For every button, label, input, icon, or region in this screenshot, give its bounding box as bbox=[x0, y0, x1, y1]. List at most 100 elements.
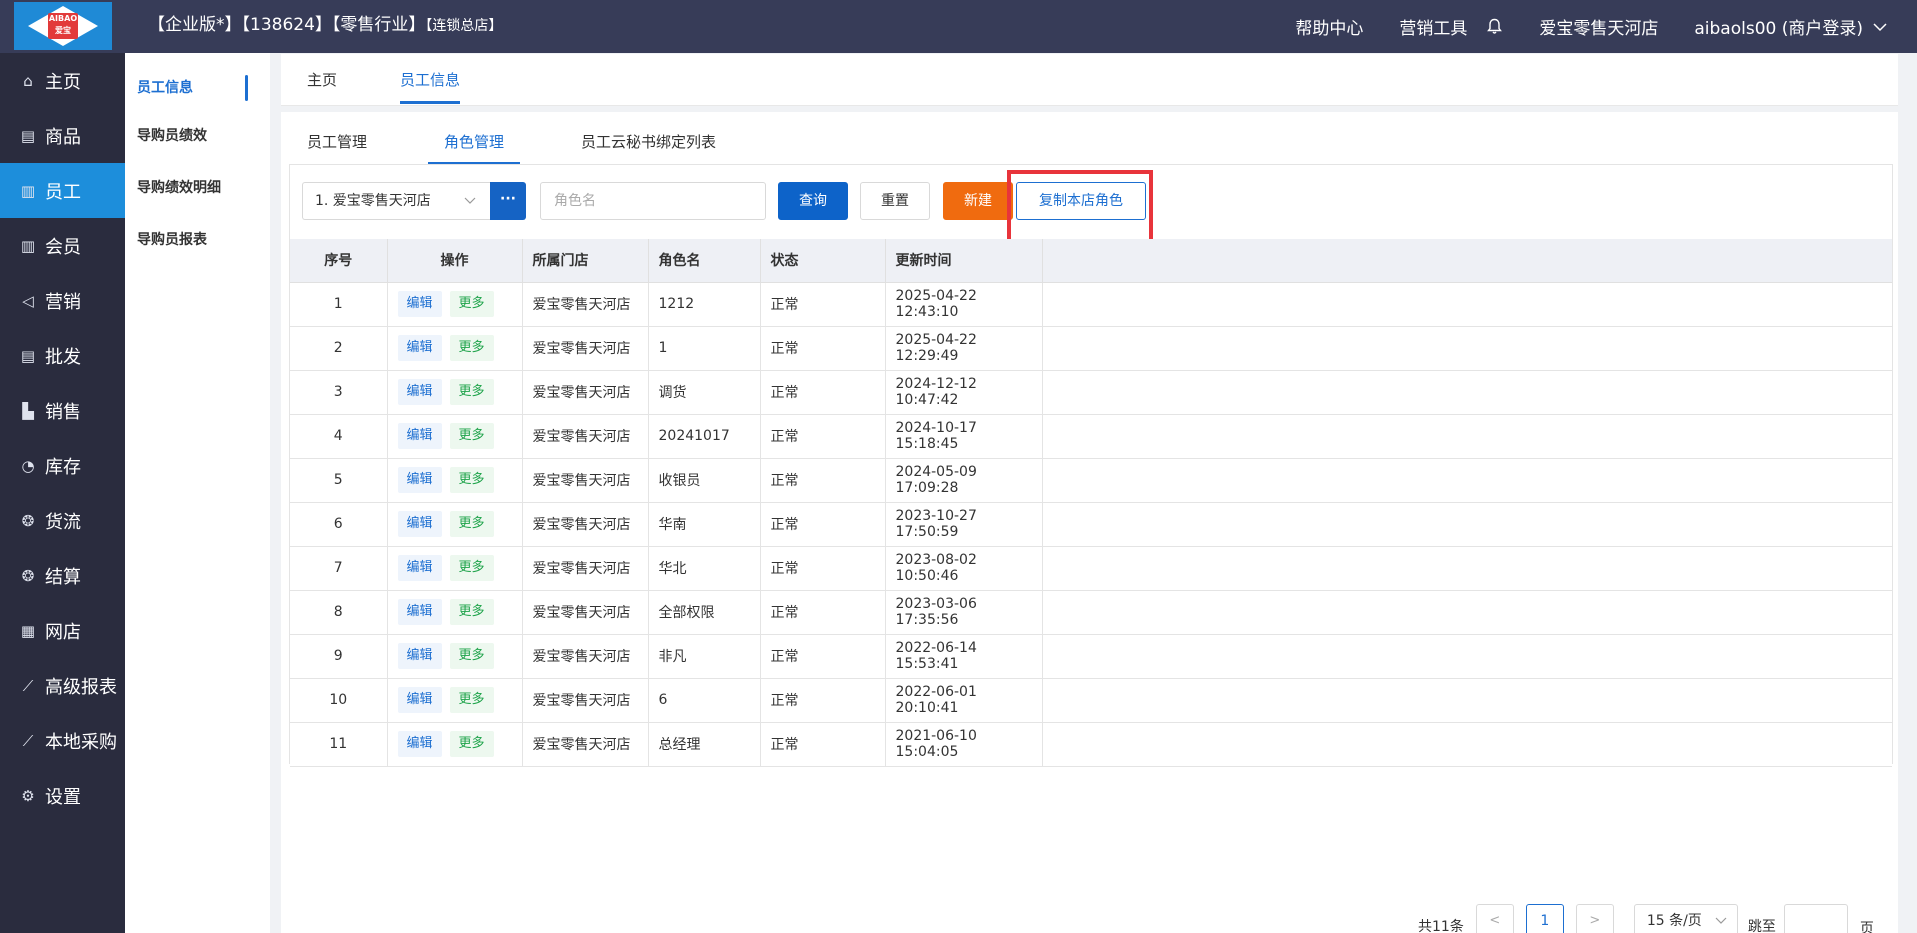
cell-status: 正常 bbox=[760, 370, 886, 415]
table-row: 10 编辑 更多 爱宝零售天河店 6 正常 2022-06-01 20:10:41 bbox=[290, 678, 1892, 723]
prev-page-button[interactable]: < bbox=[1475, 904, 1514, 933]
nav-item-advanced-reports[interactable]: ⟋ 高级报表 bbox=[0, 658, 125, 713]
bar-chart-icon: ▙ bbox=[22, 401, 34, 420]
header-update-time: 更新时间 bbox=[885, 239, 1043, 283]
more-button[interactable]: 更多 bbox=[449, 291, 494, 317]
jump-label: 跳至 bbox=[1747, 919, 1776, 933]
nav-item-online-store[interactable]: ▦ 网店 bbox=[0, 603, 125, 658]
role-name-input[interactable] bbox=[540, 182, 766, 220]
tab-staff-management[interactable]: 员工管理 bbox=[307, 112, 367, 164]
header-filler bbox=[1042, 239, 1892, 283]
nav-item-settlement[interactable]: ❂ 结算 bbox=[0, 548, 125, 603]
table-row: 5 编辑 更多 爱宝零售天河店 收银员 正常 2024-05-09 17:09:28 bbox=[290, 458, 1892, 503]
nav-item-inventory[interactable]: ◔ 库存 bbox=[0, 438, 125, 493]
tab-home[interactable]: 主页 bbox=[307, 54, 337, 106]
aibao-logo[interactable]: AIBAO 爱宝 bbox=[14, 2, 112, 50]
more-button[interactable]: 更多 bbox=[449, 511, 494, 537]
more-button[interactable]: 更多 bbox=[449, 731, 494, 757]
cell-role-name: 1 bbox=[648, 326, 761, 371]
next-page-button[interactable]: > bbox=[1575, 904, 1614, 933]
reset-button[interactable]: 重置 bbox=[860, 182, 930, 220]
cell-actions: 编辑 更多 bbox=[387, 678, 523, 723]
tab-role-management[interactable]: 角色管理 bbox=[427, 112, 521, 164]
more-button[interactable]: 更多 bbox=[449, 643, 494, 669]
subnav-item-staff-info[interactable]: 员工信息 bbox=[125, 65, 270, 109]
subnav-item-guide-report[interactable]: 导购员报表 bbox=[125, 213, 270, 265]
nav-item-local-purchase[interactable]: ⟋ 本地采购 bbox=[0, 713, 125, 768]
header-actions: 操作 bbox=[387, 239, 523, 283]
cell-store: 爱宝零售天河店 bbox=[522, 590, 649, 635]
nav-item-marketing[interactable]: ◁ 营销 bbox=[0, 273, 125, 328]
more-button[interactable]: 更多 bbox=[449, 555, 494, 581]
nav-item-sales[interactable]: ▙ 销售 bbox=[0, 383, 125, 438]
cell-no: 5 bbox=[290, 458, 388, 503]
sub-sidebar: 员工信息 导购员绩效 导购绩效明细 导购员报表 bbox=[125, 53, 270, 933]
nav-item-wholesale[interactable]: ▤ 批发 bbox=[0, 328, 125, 383]
more-button[interactable]: 更多 bbox=[449, 467, 494, 493]
store-select[interactable]: 1. 爱宝零售天河店 bbox=[302, 182, 490, 220]
edit-button[interactable]: 编辑 bbox=[397, 335, 442, 361]
nav-item-staff[interactable]: ▥ 员工 bbox=[0, 163, 125, 218]
nav-item-home[interactable]: ⌂ 主页 bbox=[0, 53, 125, 108]
home-icon: ⌂ bbox=[23, 71, 33, 90]
cell-update-time: 2025-04-22 12:29:49 bbox=[885, 326, 1043, 371]
bell-icon[interactable] bbox=[1485, 18, 1503, 36]
more-button[interactable]: 更多 bbox=[449, 423, 494, 449]
store-picker-button[interactable]: ··· bbox=[490, 182, 526, 220]
cell-store: 爱宝零售天河店 bbox=[522, 678, 649, 723]
more-button[interactable]: 更多 bbox=[449, 599, 494, 625]
cube-icon: ❂ bbox=[21, 511, 35, 530]
page-unit-label: 页 bbox=[1859, 921, 1874, 933]
chevron-down-icon bbox=[1715, 905, 1727, 933]
user-account[interactable]: aibaols00 (商户登录) bbox=[1694, 14, 1863, 39]
page-size-select[interactable]: 15 条/页 bbox=[1633, 904, 1738, 933]
cube-icon: ❂ bbox=[21, 566, 35, 585]
edit-button[interactable]: 编辑 bbox=[397, 291, 442, 317]
table-row: 11 编辑 更多 爱宝零售天河店 总经理 正常 2021-06-10 15:04:05 bbox=[290, 722, 1892, 767]
cell-no: 8 bbox=[290, 590, 388, 635]
tab-cloud-secretary-binding[interactable]: 员工云秘书绑定列表 bbox=[581, 112, 716, 164]
marketing-tools-link[interactable]: 营销工具 bbox=[1399, 14, 1467, 39]
nav-item-products[interactable]: ▤ 商品 bbox=[0, 108, 125, 163]
new-role-button[interactable]: 新建 bbox=[943, 182, 1013, 220]
query-button[interactable]: 查询 bbox=[778, 182, 848, 220]
jump-page-input[interactable] bbox=[1783, 904, 1848, 933]
edit-button[interactable]: 编辑 bbox=[397, 511, 442, 537]
logo-bottom-text: 爱宝 bbox=[55, 26, 71, 35]
gift-icon: ▦ bbox=[20, 621, 36, 640]
nav-item-settings[interactable]: ⚙ 设置 bbox=[0, 768, 125, 823]
nav-item-logistics[interactable]: ❂ 货流 bbox=[0, 493, 125, 548]
edit-button[interactable]: 编辑 bbox=[397, 467, 442, 493]
cell-store: 爱宝零售天河店 bbox=[522, 282, 649, 327]
page-1-button[interactable]: 1 bbox=[1525, 904, 1564, 933]
cell-update-time: 2023-08-02 10:50:46 bbox=[885, 546, 1043, 591]
chevron-down-icon[interactable] bbox=[1873, 17, 1887, 37]
edit-button[interactable]: 编辑 bbox=[397, 599, 442, 625]
more-button[interactable]: 更多 bbox=[449, 687, 494, 713]
copy-store-roles-button[interactable]: 复制本店角色 bbox=[1016, 182, 1146, 220]
nav-label: 本地采购 bbox=[45, 731, 117, 753]
edit-button[interactable]: 编辑 bbox=[397, 379, 442, 405]
pie-chart-icon: ◔ bbox=[21, 456, 35, 475]
subnav-item-performance-detail[interactable]: 导购绩效明细 bbox=[125, 161, 270, 213]
nav-item-members[interactable]: ▥ 会员 bbox=[0, 218, 125, 273]
more-button[interactable]: 更多 bbox=[449, 335, 494, 361]
edit-button[interactable]: 编辑 bbox=[397, 687, 442, 713]
help-center-link[interactable]: 帮助中心 bbox=[1295, 14, 1363, 39]
staff-icon: ▥ bbox=[20, 181, 36, 200]
subnav-item-guide-performance[interactable]: 导购员绩效 bbox=[125, 109, 270, 161]
chevron-down-icon bbox=[464, 183, 476, 233]
edit-button[interactable]: 编辑 bbox=[397, 731, 442, 757]
cell-status: 正常 bbox=[760, 634, 886, 679]
nav-label: 库存 bbox=[45, 456, 81, 478]
edit-button[interactable]: 编辑 bbox=[397, 643, 442, 669]
nav-label: 主页 bbox=[45, 71, 81, 93]
store-select-value: 1. 爱宝零售天河店 bbox=[315, 193, 431, 209]
cell-status: 正常 bbox=[760, 326, 886, 371]
current-store-name[interactable]: 爱宝零售天河店 bbox=[1539, 14, 1658, 39]
tab-staff-info[interactable]: 员工信息 bbox=[386, 54, 474, 106]
more-button[interactable]: 更多 bbox=[449, 379, 494, 405]
edit-button[interactable]: 编辑 bbox=[397, 555, 442, 581]
edit-button[interactable]: 编辑 bbox=[397, 423, 442, 449]
role-panel: 1. 爱宝零售天河店 ··· 查询 重置 新建 复制本店角色 序号 操作 bbox=[289, 164, 1893, 767]
